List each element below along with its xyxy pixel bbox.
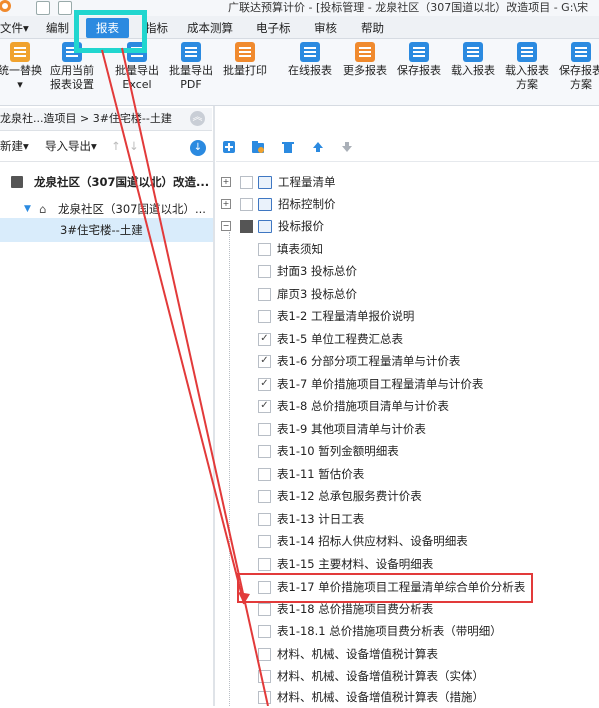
annotation-arrow-icon — [101, 47, 269, 706]
